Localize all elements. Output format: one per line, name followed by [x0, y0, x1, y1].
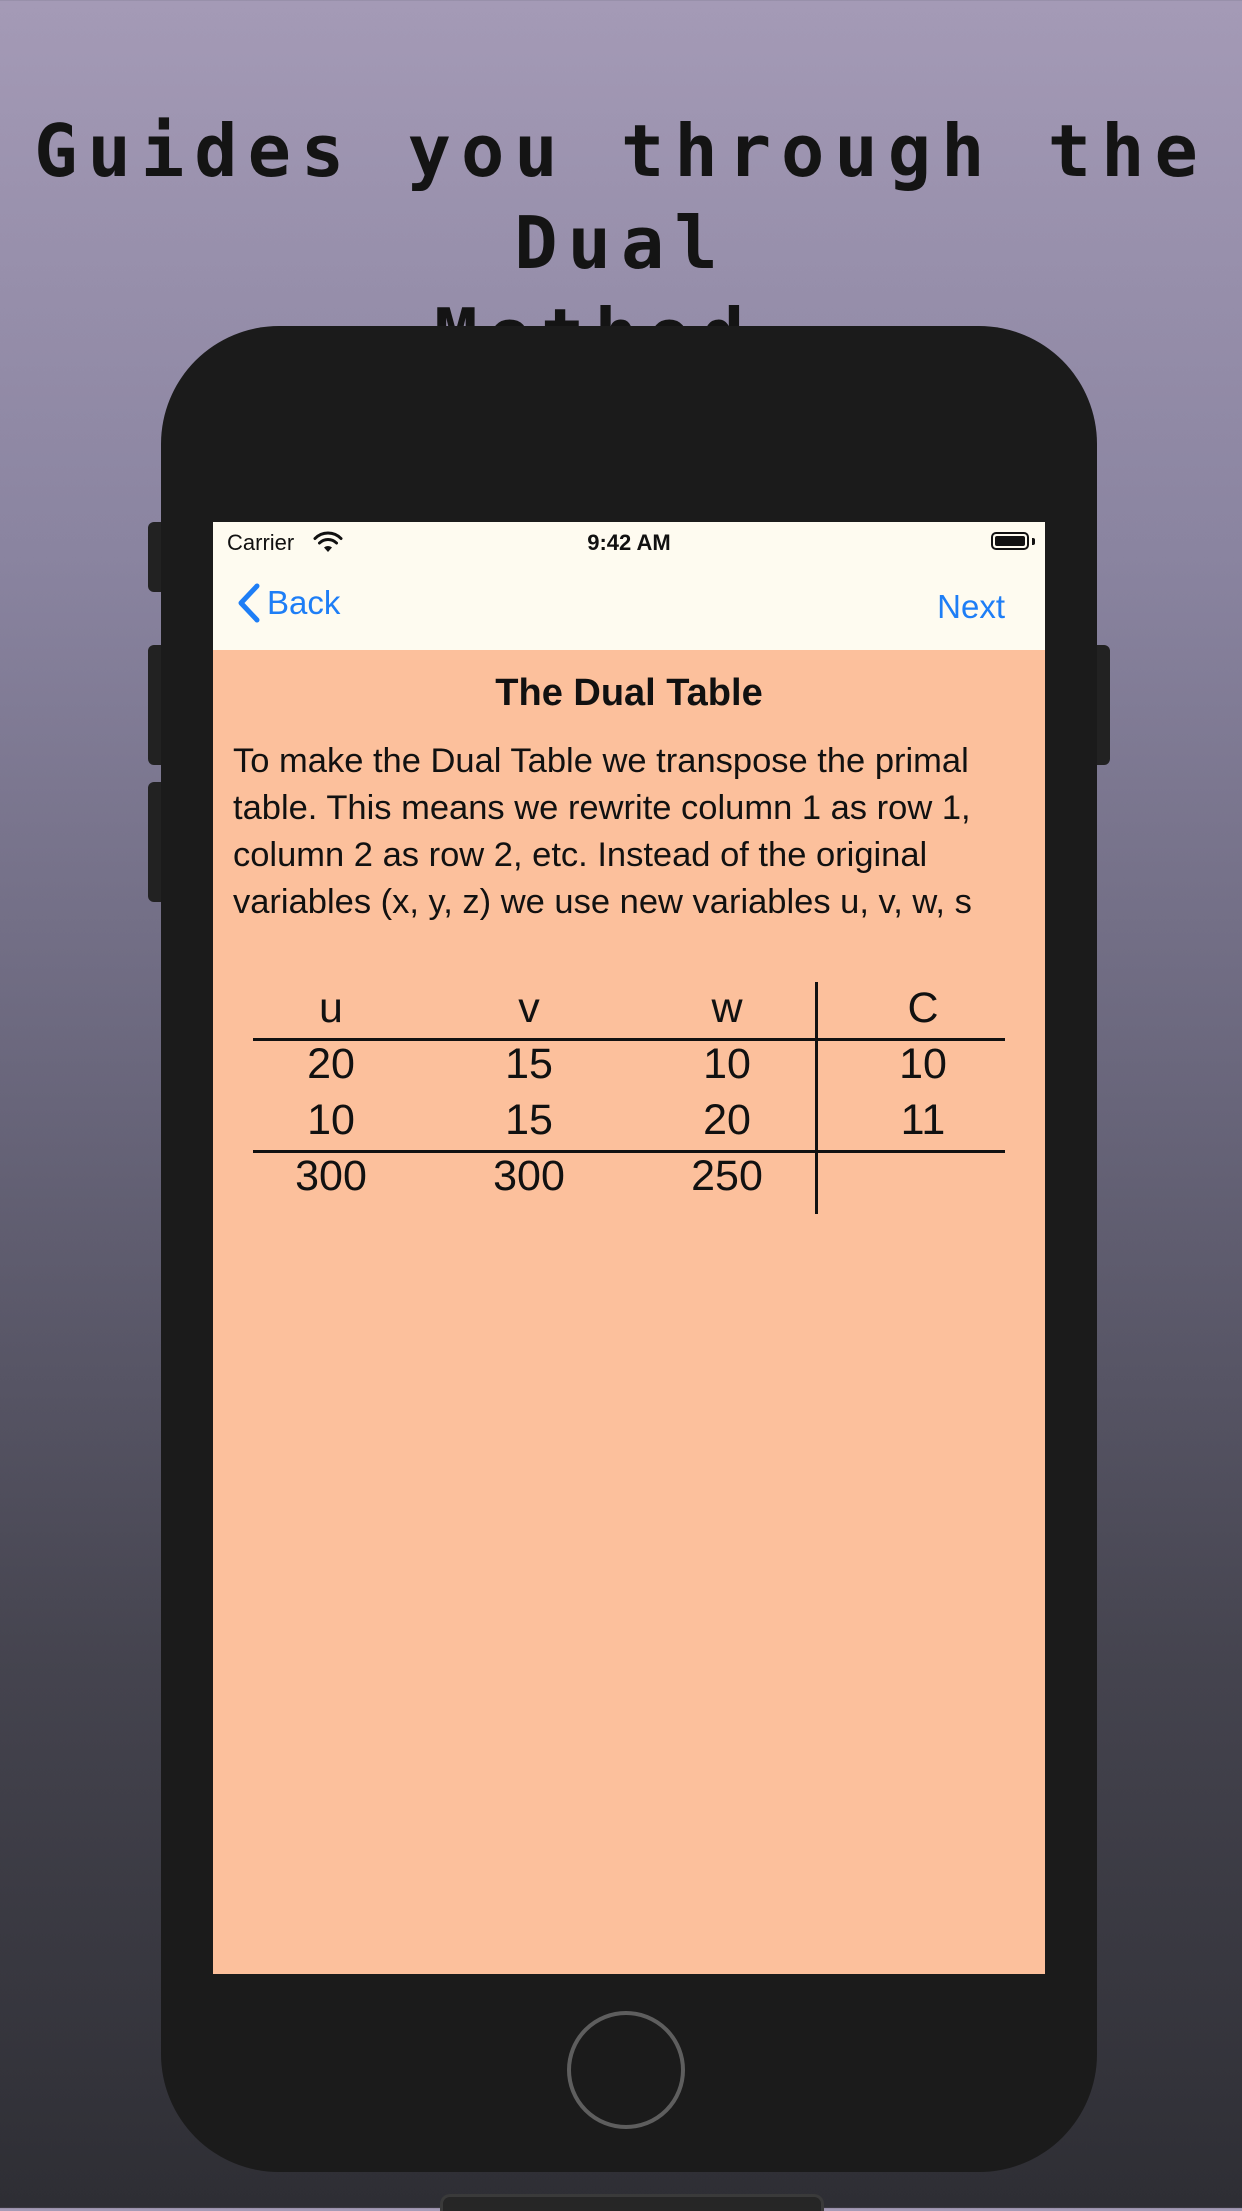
table-cell: 20 [703, 1096, 751, 1144]
status-time: 9:42 AM [587, 530, 671, 555]
header-cell: u [319, 984, 343, 1032]
header-cell: w [711, 984, 743, 1032]
table-cell: 10 [703, 1040, 751, 1088]
dual-table: u v w C 20 15 10 10 10 15 20 11 300 300 … [253, 982, 1005, 1214]
table-cell: 11 [900, 1096, 946, 1144]
table-cell: 10 [307, 1096, 355, 1144]
battery-tip [1032, 538, 1035, 545]
page-title: The Dual Table [495, 672, 763, 714]
next-device-edge [440, 2194, 824, 2211]
headline-line-1: Guides you through the Dual [34, 109, 1208, 285]
status-bar: Carrier 9:42 AM [213, 522, 1045, 564]
home-button[interactable] [567, 2011, 685, 2129]
back-button[interactable]: Back [235, 582, 340, 624]
table-cell: 250 [691, 1152, 763, 1200]
explanation-text: To make the Dual Table we transpose the … [233, 742, 972, 921]
battery-icon [991, 532, 1029, 550]
header-cell: v [518, 984, 540, 1032]
table-cell: 300 [295, 1152, 367, 1200]
table-cell: 300 [493, 1152, 565, 1200]
header-cell: C [907, 984, 939, 1032]
constants-divider [815, 982, 818, 1214]
chevron-left-icon [238, 583, 260, 623]
app-screen: Carrier 9:42 AM Back Next The Dual Table… [213, 522, 1045, 1974]
back-label: Back [267, 584, 341, 621]
next-button[interactable]: Next [937, 588, 1005, 626]
table-cell: 10 [899, 1040, 947, 1088]
table-cell: 15 [505, 1096, 553, 1144]
table-cell: 15 [505, 1040, 553, 1088]
navigation-bar: Back Next [213, 564, 1045, 650]
content-area: The Dual Table To make the Dual Table we… [213, 650, 1045, 926]
table-cell: 20 [307, 1040, 355, 1088]
